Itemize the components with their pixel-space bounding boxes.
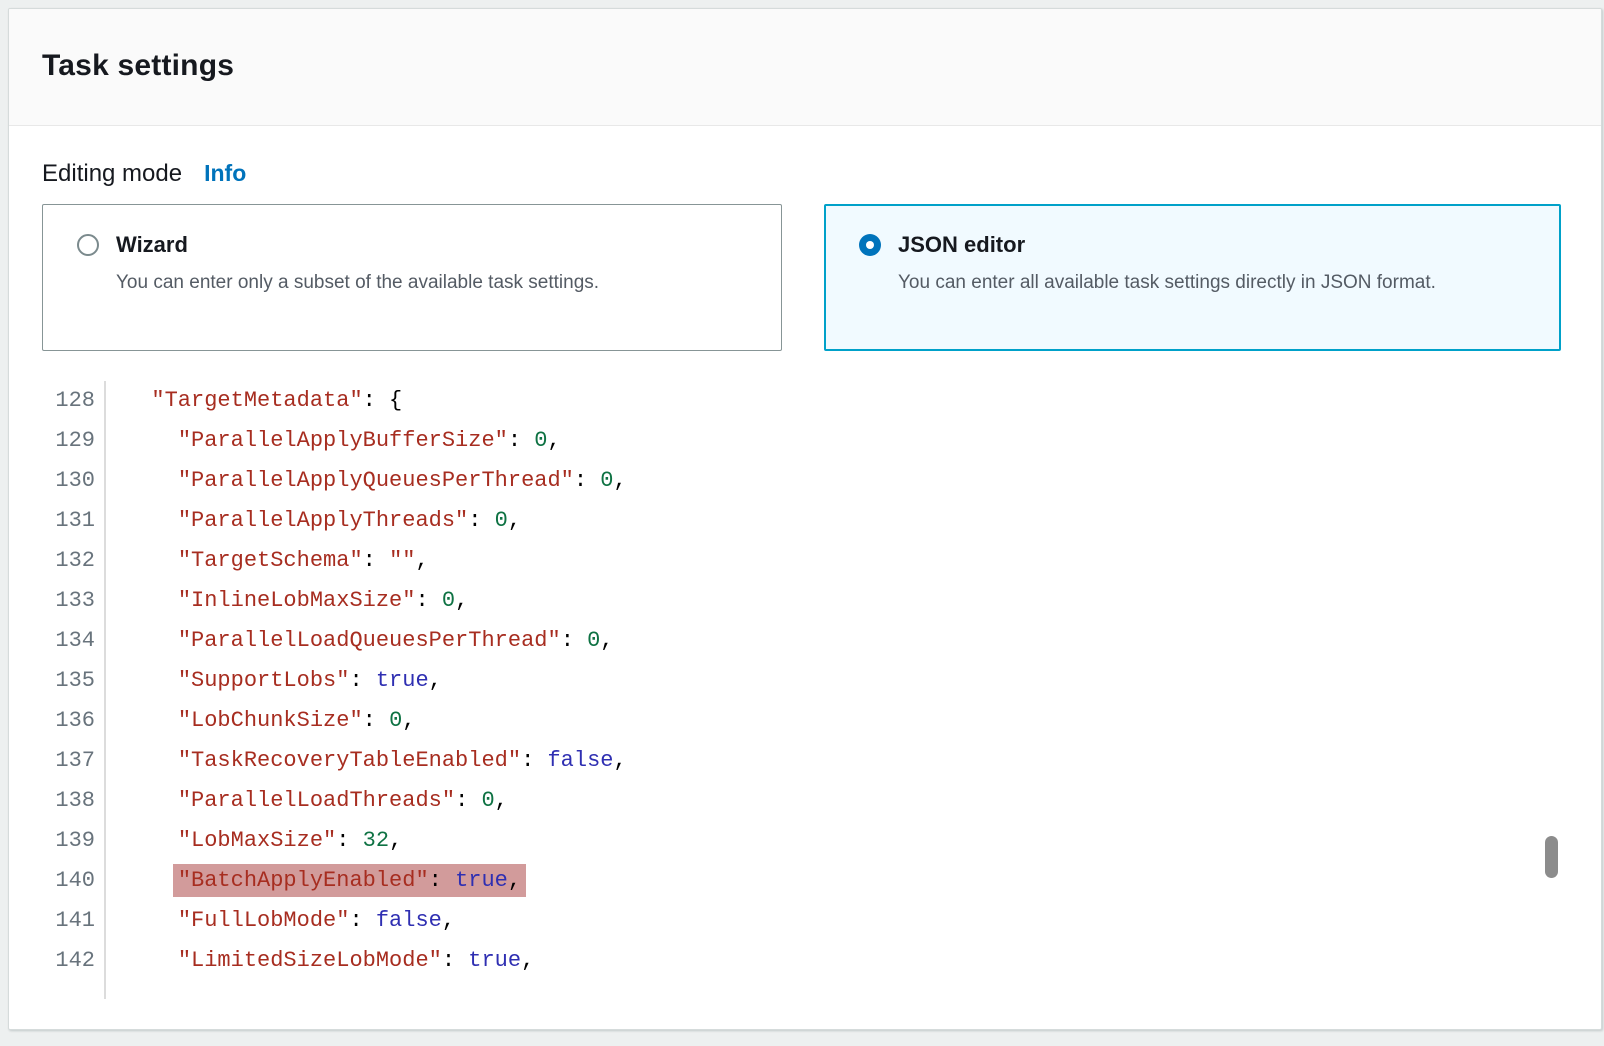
code-text: "ParallelLoadQueuesPerThread": 0, [104, 621, 614, 661]
code-text: "ParallelLoadThreads": 0, [104, 781, 508, 821]
scrollbar-thumb[interactable] [1545, 836, 1558, 878]
json-editor-option-title: JSON editor [898, 231, 1436, 258]
panel-body: Editing mode Info Wizard You can enter o… [9, 126, 1601, 999]
line-number: 133 [9, 581, 104, 621]
editing-mode-tiles: Wizard You can enter only a subset of th… [42, 204, 1568, 351]
code-line[interactable]: 131 "ParallelApplyThreads": 0, [9, 501, 1601, 541]
code-line[interactable]: 130 "ParallelApplyQueuesPerThread": 0, [9, 461, 1601, 501]
code-line[interactable]: 141 "FullLobMode": false, [9, 901, 1601, 941]
json-editor-option-card[interactable]: JSON editor You can enter all available … [824, 204, 1561, 351]
code-text: "LimitedSizeLobMode": true, [104, 941, 534, 981]
code-line[interactable]: 142 "LimitedSizeLobMode": true, [9, 941, 1601, 981]
code-text: "LobMaxSize": 32, [104, 821, 402, 861]
wizard-option-text: Wizard You can enter only a subset of th… [116, 231, 599, 350]
info-link[interactable]: Info [204, 160, 246, 187]
line-number: 141 [9, 901, 104, 941]
line-number: 137 [9, 741, 104, 781]
code-text: "TargetSchema": "", [104, 541, 429, 581]
json-editor-option-description: You can enter all available task setting… [898, 264, 1436, 302]
editing-mode-row: Editing mode Info [42, 160, 1568, 188]
panel-header: Task settings [9, 9, 1601, 126]
line-number: 139 [9, 821, 104, 861]
code-lines: 128 "TargetMetadata": {129 "ParallelAppl… [9, 381, 1601, 981]
radio-selected-icon[interactable] [859, 234, 881, 256]
code-text: "TargetMetadata": { [104, 381, 402, 421]
line-number: 136 [9, 701, 104, 741]
code-line[interactable]: 138 "ParallelLoadThreads": 0, [9, 781, 1601, 821]
wizard-option-title: Wizard [116, 231, 599, 258]
line-number: 142 [9, 941, 104, 981]
code-line[interactable]: 132 "TargetSchema": "", [9, 541, 1601, 581]
line-number: 134 [9, 621, 104, 661]
line-number: 135 [9, 661, 104, 701]
line-number: 140 [9, 861, 104, 901]
line-number: 129 [9, 421, 104, 461]
code-text: "SupportLobs": true, [104, 661, 442, 701]
json-editor-option-text: JSON editor You can enter all available … [898, 231, 1436, 349]
page-title: Task settings [42, 49, 1568, 83]
line-number: 132 [9, 541, 104, 581]
code-line[interactable]: 136 "LobChunkSize": 0, [9, 701, 1601, 741]
line-number: 130 [9, 461, 104, 501]
code-text: "ParallelApplyBufferSize": 0, [104, 421, 561, 461]
code-text: "InlineLobMaxSize": 0, [104, 581, 468, 621]
code-line[interactable]: 129 "ParallelApplyBufferSize": 0, [9, 421, 1601, 461]
code-line[interactable]: 140 "BatchApplyEnabled": true, [9, 861, 1601, 901]
code-line[interactable]: 137 "TaskRecoveryTableEnabled": false, [9, 741, 1601, 781]
line-number: 131 [9, 501, 104, 541]
code-text: "BatchApplyEnabled": true, [104, 861, 521, 901]
task-settings-panel: Task settings Editing mode Info Wizard Y… [8, 8, 1602, 1030]
wizard-option-card[interactable]: Wizard You can enter only a subset of th… [42, 204, 782, 351]
code-line[interactable]: 135 "SupportLobs": true, [9, 661, 1601, 701]
json-code-editor[interactable]: 128 "TargetMetadata": {129 "ParallelAppl… [9, 381, 1601, 999]
wizard-option-description: You can enter only a subset of the avail… [116, 264, 599, 302]
code-text: "ParallelApplyThreads": 0, [104, 501, 521, 541]
line-number: 128 [9, 381, 104, 421]
code-line[interactable]: 133 "InlineLobMaxSize": 0, [9, 581, 1601, 621]
code-text: "TaskRecoveryTableEnabled": false, [104, 741, 627, 781]
code-line[interactable]: 134 "ParallelLoadQueuesPerThread": 0, [9, 621, 1601, 661]
highlighted-token: "BatchApplyEnabled": true, [173, 864, 526, 897]
code-line[interactable]: 128 "TargetMetadata": { [9, 381, 1601, 421]
gutter-divider [104, 381, 106, 999]
line-number: 138 [9, 781, 104, 821]
editing-mode-label: Editing mode [42, 160, 182, 188]
code-text: "ParallelApplyQueuesPerThread": 0, [104, 461, 627, 501]
code-text: "FullLobMode": false, [104, 901, 455, 941]
radio-unselected-icon[interactable] [77, 234, 99, 256]
code-text: "LobChunkSize": 0, [104, 701, 415, 741]
code-line[interactable]: 139 "LobMaxSize": 32, [9, 821, 1601, 861]
